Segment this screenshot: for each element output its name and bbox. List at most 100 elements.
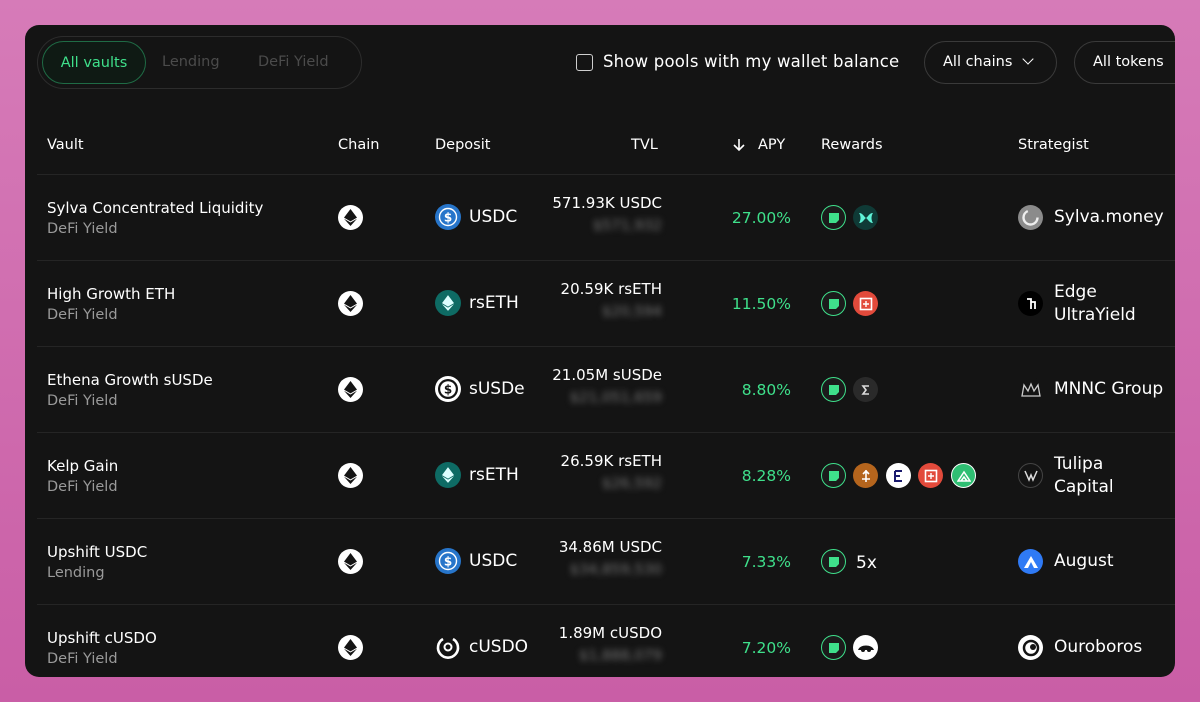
points-icon[interactable] xyxy=(821,635,846,660)
tab-all-vaults[interactable]: All vaults xyxy=(42,41,146,84)
header-rewards[interactable]: Rewards xyxy=(821,137,883,153)
table-row[interactable]: Ethena Growth sUSDe DeFi Yield $ sUSDe 2… xyxy=(37,346,1175,432)
vault-name: Sylva Concentrated Liquidity xyxy=(47,199,264,217)
points-icon[interactable] xyxy=(821,377,846,402)
ether-fi-icon[interactable] xyxy=(853,291,878,316)
susde-icon: $ xyxy=(435,376,461,402)
mnnc-icon xyxy=(1018,377,1043,402)
strategist-name[interactable]: Tulipa Capital xyxy=(1054,453,1164,499)
ethereum-icon xyxy=(338,291,363,316)
header-chain[interactable]: Chain xyxy=(338,137,379,153)
deposit-token: USDC xyxy=(469,551,518,571)
ouroboros-icon xyxy=(1018,635,1043,660)
wallet-balance-checkbox[interactable] xyxy=(576,54,593,71)
rseth-icon xyxy=(435,290,461,316)
deposit-token: sUSDe xyxy=(469,379,525,399)
usdc-icon: $ xyxy=(435,548,461,574)
deposit-token: USDC xyxy=(469,207,518,227)
tokens-icon[interactable] xyxy=(853,205,878,230)
apy-value: 8.28% xyxy=(741,467,791,485)
tab-lending[interactable]: Lending xyxy=(162,41,220,84)
apy-value: 7.33% xyxy=(741,553,791,571)
tab-defi-yield[interactable]: DeFi Yield xyxy=(258,41,329,84)
svg-text:$: $ xyxy=(444,383,452,397)
vault-type: DeFi Yield xyxy=(47,221,118,237)
header-apy-label: APY xyxy=(758,137,786,153)
strategist-name[interactable]: Sylva.money xyxy=(1054,206,1164,229)
arrow-down-icon xyxy=(733,139,745,152)
rewards-multiplier: 5x xyxy=(856,553,877,573)
ethereum-icon xyxy=(338,635,363,660)
chains-dropdown[interactable]: All chains xyxy=(924,41,1057,84)
tvl-usd: $26,592 xyxy=(602,476,662,492)
wallet-balance-label[interactable]: Show pools with my wallet balance xyxy=(603,52,899,71)
vault-name: High Growth ETH xyxy=(47,285,176,303)
vault-name: Kelp Gain xyxy=(47,457,119,475)
ethena-icon[interactable] xyxy=(853,377,878,402)
edge-icon xyxy=(1018,291,1043,316)
vault-type: DeFi Yield xyxy=(47,651,118,667)
header-tvl[interactable]: TVL xyxy=(631,137,658,153)
apy-value: 7.20% xyxy=(741,639,791,657)
tvl-value: 571.93K USDC xyxy=(552,194,662,212)
vault-type-tabs: All vaults Lending DeFi Yield xyxy=(37,36,362,89)
tvl-usd: $34,859,530 xyxy=(569,562,662,578)
tvl-value: 21.05M sUSDe xyxy=(552,366,662,384)
apy-value: 27.00% xyxy=(731,209,791,227)
strategist-name[interactable]: Ouroboros xyxy=(1054,636,1142,659)
tvl-usd: $1,888,079 xyxy=(578,648,662,664)
august-icon xyxy=(1018,549,1043,574)
rseth-icon xyxy=(435,462,461,488)
deposit-token: cUSDO xyxy=(469,637,529,657)
tvl-value: 26.59K rsETH xyxy=(560,452,662,470)
header-deposit[interactable]: Deposit xyxy=(435,137,490,153)
vault-type: DeFi Yield xyxy=(47,307,118,323)
vault-name: Upshift cUSDO xyxy=(47,629,157,647)
vault-type: DeFi Yield xyxy=(47,479,118,495)
tvl-value: 1.89M cUSDO xyxy=(558,624,662,642)
apy-value: 11.50% xyxy=(731,295,791,313)
header-vault[interactable]: Vault xyxy=(47,137,84,153)
ether-fi-icon[interactable] xyxy=(918,463,943,488)
chains-dropdown-label: All chains xyxy=(943,54,1013,70)
ethereum-icon xyxy=(338,205,363,230)
points-icon[interactable] xyxy=(821,205,846,230)
strategist-name[interactable]: Edge UltraYield xyxy=(1054,281,1164,327)
table-row[interactable]: Kelp Gain DeFi Yield rsETH 26.59K rsETH … xyxy=(37,432,1175,518)
usdc-icon: $ xyxy=(435,204,461,230)
ethereum-icon xyxy=(338,463,363,488)
table-row[interactable]: High Growth ETH DeFi Yield rsETH 20.59K … xyxy=(37,260,1175,346)
vault-name: Upshift USDC xyxy=(47,543,148,561)
table-row[interactable]: Upshift cUSDO DeFi Yield cUSDO 1.89M cUS… xyxy=(37,604,1175,677)
eigenlayer-icon[interactable] xyxy=(886,463,911,488)
header-strategist[interactable]: Strategist xyxy=(1018,137,1089,153)
strategist-name[interactable]: August xyxy=(1054,550,1114,573)
ethereum-icon xyxy=(338,377,363,402)
tokens-dropdown-label: All tokens xyxy=(1093,54,1164,70)
points-icon[interactable] xyxy=(821,463,846,488)
vaults-panel: All vaults Lending DeFi Yield Show pools… xyxy=(25,25,1175,677)
kelp-icon[interactable] xyxy=(853,463,878,488)
header-apy[interactable]: APY xyxy=(731,137,785,153)
vault-type: Lending xyxy=(47,565,105,581)
deposit-token: rsETH xyxy=(469,465,519,485)
points-icon[interactable] xyxy=(821,291,846,316)
tvl-usd: $20,594 xyxy=(602,304,662,320)
tvl-usd: $571,932 xyxy=(592,218,662,234)
ethereum-icon xyxy=(338,549,363,574)
svg-text:$: $ xyxy=(444,211,452,225)
mountain-icon[interactable] xyxy=(951,463,976,488)
ouroboros-reward-icon[interactable] xyxy=(853,635,878,660)
strategist-name[interactable]: MNNC Group xyxy=(1054,378,1163,401)
tvl-value: 20.59K rsETH xyxy=(560,280,662,298)
vault-type: DeFi Yield xyxy=(47,393,118,409)
tvl-value: 34.86M USDC xyxy=(558,538,662,556)
chevron-down-icon xyxy=(1022,53,1035,65)
points-icon[interactable] xyxy=(821,549,846,574)
tokens-dropdown[interactable]: All tokens xyxy=(1074,41,1175,84)
table-row[interactable]: Upshift USDC Lending $ USDC 34.86M USDC … xyxy=(37,518,1175,604)
svg-text:$: $ xyxy=(444,555,452,569)
table-row[interactable]: Sylva Concentrated Liquidity DeFi Yield … xyxy=(37,174,1175,260)
deposit-token: rsETH xyxy=(469,293,519,313)
tvl-usd: $21,051,659 xyxy=(569,390,662,406)
